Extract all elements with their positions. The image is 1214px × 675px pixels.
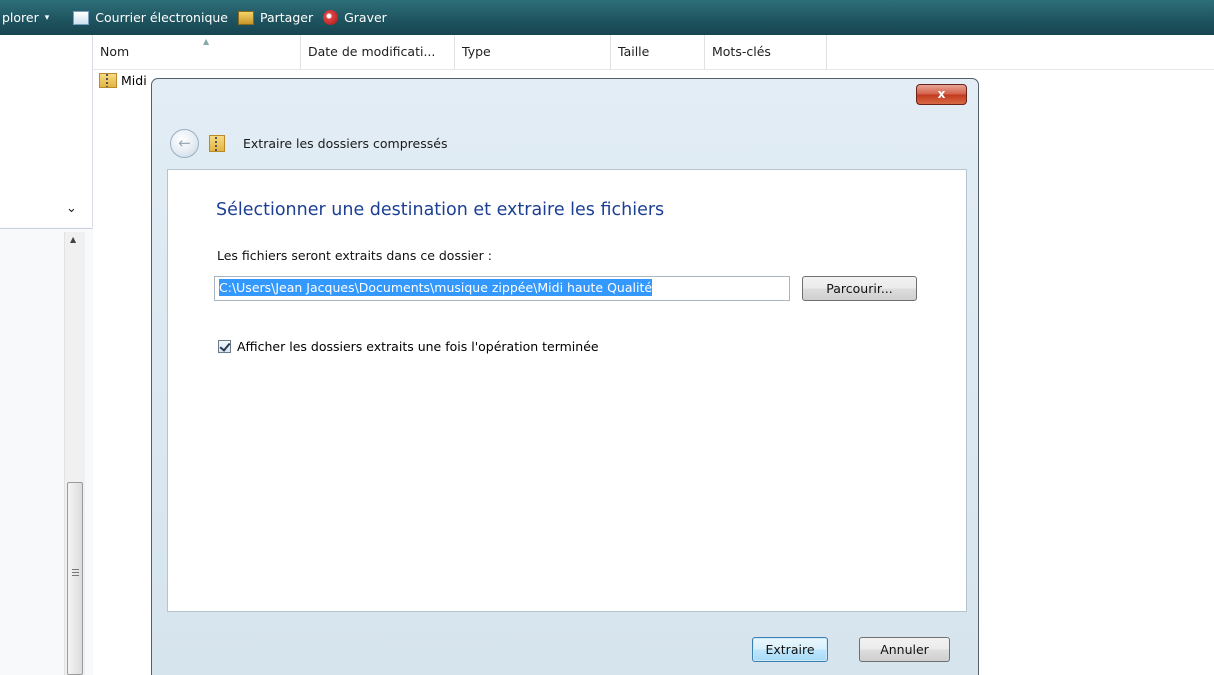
grip-icon [72, 569, 79, 577]
envelope-icon [73, 10, 90, 25]
email-button[interactable]: Courrier électronique [73, 10, 228, 25]
column-modified-label: Date de modificati... [308, 44, 436, 59]
destination-label: Les fichiers seront extraits dans ce dos… [217, 248, 492, 263]
show-extracted-option[interactable]: Afficher les dossiers extraits une fois … [218, 339, 599, 354]
cancel-button[interactable]: Annuler [859, 637, 950, 662]
toolbar-explorer-label: plorer [2, 10, 39, 25]
column-header-type[interactable]: Type [455, 35, 611, 69]
dialog-title: Extraire les dossiers compressés [243, 135, 448, 151]
close-icon: x [937, 87, 946, 101]
disc-burn-icon [323, 10, 339, 25]
navigation-pane: ⌄ ▲ [0, 35, 93, 675]
extract-button[interactable]: Extraire [752, 637, 828, 662]
share-icon [238, 10, 254, 25]
dialog-header: ← Extraire les dossiers compressés [163, 113, 969, 173]
column-header-keywords[interactable]: Mots-clés [705, 35, 827, 69]
chevron-down-icon: ▾ [44, 12, 50, 23]
close-button[interactable]: x [916, 84, 967, 105]
show-extracted-label: Afficher les dossiers extraits une fois … [237, 339, 599, 354]
pane-divider [0, 228, 93, 229]
main-instruction: Sélectionner une destination et extraire… [216, 200, 665, 220]
back-arrow-icon: ← [178, 134, 191, 152]
column-header-modified[interactable]: Date de modificati... [301, 35, 455, 69]
email-button-label: Courrier électronique [95, 10, 228, 25]
destination-path-input[interactable]: C:\Users\Jean Jacques\Documents\musique … [214, 276, 790, 301]
folders-collapse-chevron-icon[interactable]: ⌄ [66, 201, 77, 216]
sort-ascending-icon: ▲ [203, 37, 210, 46]
zip-folder-icon [99, 73, 117, 88]
browse-button[interactable]: Parcourir... [802, 276, 917, 301]
file-name: Midi [121, 73, 147, 88]
destination-path-value: C:\Users\Jean Jacques\Documents\musique … [219, 279, 653, 296]
show-extracted-checkbox[interactable] [218, 340, 231, 353]
toolbar-explorer-menu[interactable]: plorer ▾ [2, 10, 63, 25]
file-row[interactable]: Midi [99, 73, 147, 88]
column-type-label: Type [462, 44, 491, 59]
dialog-content: Sélectionner une destination et extraire… [167, 169, 967, 612]
share-button-label: Partager [260, 10, 314, 25]
column-keywords-label: Mots-clés [712, 44, 771, 59]
folders-scrollbar[interactable]: ▲ [64, 232, 85, 675]
extract-dialog: x ← Extraire les dossiers compressés Sél… [151, 78, 979, 675]
explorer-toolbar: plorer ▾ Courrier électronique Partager … [0, 0, 1214, 35]
burn-button[interactable]: Graver [323, 10, 387, 25]
scroll-up-arrow-icon[interactable]: ▲ [70, 235, 76, 244]
back-button[interactable]: ← [170, 128, 199, 158]
column-name-label: Nom [100, 44, 130, 59]
file-list-header: Nom ▲ Date de modificati... Type Taille … [93, 35, 1214, 70]
share-button[interactable]: Partager [238, 10, 313, 25]
scrollbar-thumb[interactable] [67, 482, 83, 675]
column-size-label: Taille [618, 44, 650, 59]
burn-button-label: Graver [344, 10, 387, 25]
column-header-size[interactable]: Taille [611, 35, 705, 69]
column-header-name[interactable]: Nom ▲ [93, 35, 301, 69]
zip-folder-icon [209, 134, 225, 152]
